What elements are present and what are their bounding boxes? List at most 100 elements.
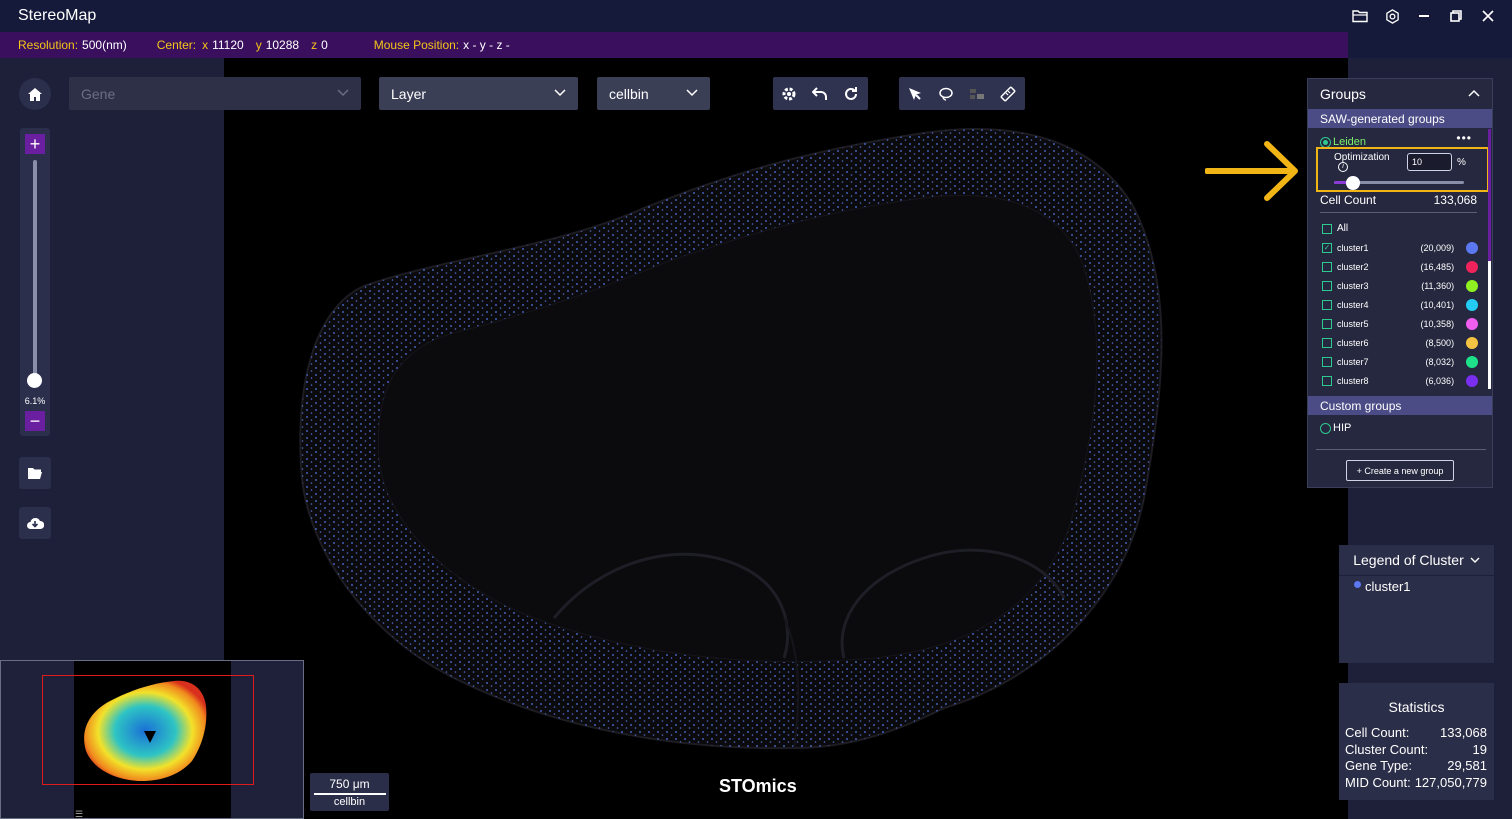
cluster-name: cluster6 [1336, 337, 1369, 348]
groups-panel: Groups SAW-generated groups Leiden ••• O… [1307, 78, 1493, 488]
pointer-select-button[interactable] [899, 77, 930, 110]
statistics-rows: Cell Count: 133,068 Cluster Count: 19 Gene T… [1339, 725, 1494, 791]
cluster-color-dot[interactable] [1466, 374, 1478, 387]
cluster-color-dot[interactable] [1466, 260, 1478, 273]
chevron-down-icon [686, 89, 698, 97]
cluster-name: cluster8 [1336, 375, 1369, 386]
mouse-position-label: Mouse Position: [373, 38, 460, 52]
title-bar: StereoMap [0, 0, 1512, 32]
home-icon [28, 87, 42, 101]
cluster-row[interactable]: cluster8 (6,036) [1322, 371, 1478, 390]
rectangle-select-button[interactable] [961, 77, 992, 110]
zoom-control: + 6.1% − [20, 128, 50, 436]
all-checkbox[interactable] [1322, 223, 1332, 234]
home-button[interactable] [19, 78, 51, 110]
cluster-color-dot[interactable] [1466, 279, 1478, 292]
cell-count-value: 133,068 [1433, 193, 1477, 207]
statistics-panel: Statistics Cell Count: 133,068 Cluster Cou… [1339, 683, 1494, 800]
zoom-slider-knob[interactable] [27, 373, 42, 388]
cluster-checkbox[interactable] [1322, 337, 1332, 348]
scrollbar-thumb[interactable] [1488, 261, 1491, 389]
brand-logo: STOmics [719, 776, 797, 796]
ruler-button[interactable] [992, 77, 1023, 110]
hip-option[interactable]: HIP [1320, 422, 1351, 434]
statistics-value: 127,050,779 [1414, 774, 1487, 790]
cluster-checkbox[interactable] [1322, 280, 1332, 291]
cluster-name: cluster3 [1336, 280, 1369, 291]
cluster-color-dot[interactable] [1466, 241, 1478, 254]
close-icon[interactable] [1478, 6, 1498, 26]
gene-select[interactable]: Gene [69, 77, 361, 110]
layer-select-label: Layer [391, 85, 427, 102]
cluster-checkbox[interactable] [1322, 299, 1332, 310]
cluster-checkbox[interactable]: ✓ [1322, 242, 1332, 253]
settings-button[interactable] [773, 77, 804, 110]
cluster-color-dot[interactable] [1466, 298, 1478, 311]
refresh-button[interactable] [835, 77, 866, 110]
selection-toolbar [899, 77, 1025, 110]
chevron-up-icon[interactable] [1468, 89, 1480, 99]
cluster-row[interactable]: cluster2 (16,485) [1322, 257, 1478, 276]
cloud-download-button[interactable] [19, 507, 51, 539]
cluster-count: (8,500) [1425, 337, 1455, 348]
hip-radio[interactable] [1320, 422, 1331, 434]
cluster-all-row[interactable]: All [1322, 219, 1478, 238]
layer-select[interactable]: Layer [379, 77, 578, 110]
cluster-checkbox[interactable] [1322, 318, 1332, 329]
cell-count-label: Cell Count [1320, 193, 1377, 207]
minimap-viewport-rect[interactable] [42, 675, 254, 785]
minimap[interactable]: ☰ [0, 660, 304, 819]
custom-groups-header: Custom groups [1308, 396, 1492, 415]
optimization-slider-knob[interactable] [1346, 176, 1360, 190]
cluster-name: cluster4 [1336, 299, 1369, 310]
settings-gear-icon[interactable] [1382, 6, 1402, 26]
lasso-icon [938, 87, 953, 101]
cluster-row[interactable]: cluster6 (8,500) [1322, 333, 1478, 352]
hip-label: HIP [1333, 422, 1352, 434]
cluster-row[interactable]: cluster4 (10,401) [1322, 295, 1478, 314]
lasso-select-button[interactable] [930, 77, 961, 110]
cluster-checkbox[interactable] [1322, 375, 1332, 386]
optimization-input[interactable] [1407, 153, 1452, 171]
cluster-row[interactable]: cluster7 (8,032) [1322, 352, 1478, 371]
tissue-section-image[interactable] [224, 58, 1348, 819]
zoom-slider-track[interactable] [33, 160, 37, 380]
cluster-color-dot[interactable] [1466, 355, 1478, 368]
resolution-readout: Resolution: 500(nm) [18, 38, 127, 52]
minimize-icon[interactable] [1414, 6, 1434, 26]
cursor-arrow-icon [908, 87, 921, 100]
info-icon[interactable]: i [1338, 162, 1348, 172]
center-readout: Center: x 11120 y 10288 z 0 [157, 38, 328, 52]
undo-button[interactable] [804, 77, 835, 110]
zoom-out-button[interactable]: − [25, 411, 45, 431]
legend-dot [1354, 581, 1361, 588]
create-new-group-button[interactable]: + Create a new group [1346, 460, 1454, 481]
center-x-value: 11120 [212, 38, 244, 52]
cluster-count: (20,009) [1420, 242, 1455, 253]
stereomap-window: StereoMap Resolution: 500(nm) Center: x … [0, 0, 1512, 819]
legend-title: Legend of Cluster [1353, 552, 1464, 568]
statistics-label: Gene Type: [1345, 758, 1412, 773]
restore-icon[interactable] [1446, 6, 1466, 26]
cluster-row[interactable]: cluster5 (10,358) [1322, 314, 1478, 333]
open-folder-icon[interactable] [1350, 6, 1370, 26]
bin-select[interactable]: cellbin [597, 77, 710, 110]
groups-header[interactable]: Groups [1308, 79, 1492, 109]
open-file-button[interactable] [19, 457, 51, 489]
minimap-toggle-icon[interactable]: ☰ [75, 809, 83, 819]
divider [1316, 449, 1486, 450]
more-options-icon[interactable]: ••• [1456, 131, 1472, 145]
cluster-row[interactable]: ✓ cluster1 (20,009) [1322, 238, 1478, 257]
cluster-color-dot[interactable] [1466, 317, 1478, 330]
cluster-row[interactable]: cluster3 (11,360) [1322, 276, 1478, 295]
cluster-color-dot[interactable] [1466, 336, 1478, 349]
statistics-row: Cluster Count: 19 [1339, 742, 1494, 759]
leiden-radio[interactable] [1320, 136, 1331, 148]
zoom-in-button[interactable]: + [25, 134, 45, 154]
center-y-value: 10288 [265, 38, 300, 52]
legend-header[interactable]: Legend of Cluster [1339, 545, 1494, 576]
cluster-name: cluster2 [1336, 261, 1369, 272]
groups-scrollbar[interactable] [1488, 129, 1491, 389]
cluster-checkbox[interactable] [1322, 356, 1332, 367]
cluster-checkbox[interactable] [1322, 261, 1332, 272]
